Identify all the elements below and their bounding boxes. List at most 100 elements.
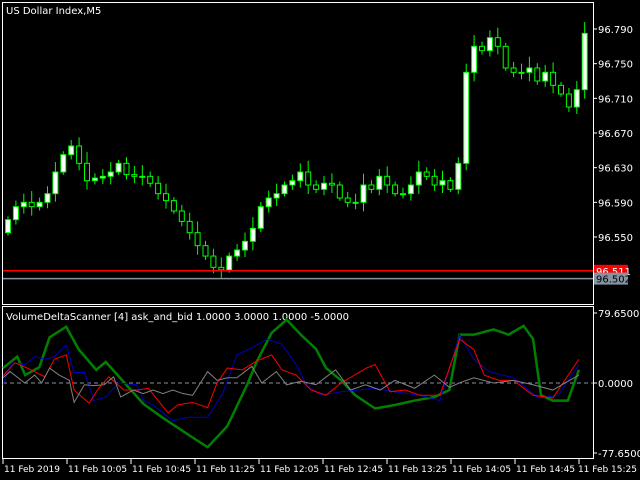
candle-body [76,145,83,164]
time-axis: 11 Feb 2019 11 Feb 10:05 11 Feb 10:45 11 Fe… [2,458,637,475]
candle-body [249,227,256,242]
price-label: 96.670 [598,129,633,140]
candle-body [107,171,114,177]
price-label: 96.790 [598,25,633,36]
time-label: 11 Feb 10:45 [132,465,191,475]
time-label: 11 Feb 15:25 [578,465,637,475]
candle-body [242,240,248,251]
candle-body [131,174,138,177]
candle-body [44,193,51,203]
candle-body [534,67,541,82]
trading-chart[interactable]: US Dollar Index,M5 VolumeDeltaScanner [4… [0,0,640,480]
candle-body [297,171,304,182]
time-label: 11 Feb 12:45 [324,465,383,475]
price-label: 96.590 [598,198,633,209]
chart-title: US Dollar Index,M5 [6,6,101,17]
candle-body [518,71,525,74]
price-label: 96.710 [598,94,633,105]
candle-body [565,93,572,108]
candle-body [147,175,154,184]
candle-body [368,184,375,190]
candle-body [423,171,430,177]
candle-body [186,220,193,234]
candle-body [155,182,162,195]
candle-body [510,67,517,73]
candle-body [99,175,106,179]
candle-body [115,162,122,173]
indicator-label: 0.0000 [598,379,633,390]
candle-body [28,201,35,208]
candle-body [52,171,59,195]
candle-body [328,182,335,186]
candle-body [463,71,470,164]
time-label: 11 Feb 2019 [4,465,60,475]
candle-body [194,232,201,247]
price-axis: 96.790 96.750 96.710 96.670 96.630 96.590 96.5… [3,25,633,286]
candle-body [281,184,288,195]
candle-body [376,175,383,190]
candle-body [218,266,225,271]
candle-body [392,184,399,195]
time-label: 11 Feb 11:25 [196,465,255,475]
candle-body [234,249,241,257]
candle-body [170,200,177,212]
candle-body [581,32,588,91]
candle-body [273,193,280,199]
candle-body [542,71,549,82]
candle-body [60,154,67,173]
candle-body [321,182,327,190]
candle-body [455,162,462,190]
candle-body [447,180,454,190]
candle-body [384,175,391,186]
candle-body [486,37,493,52]
candle-body [226,255,233,271]
candle-body [352,201,359,204]
candle-body [471,45,478,73]
candle-body [257,206,264,229]
candle-body [210,255,217,268]
candle-body [502,45,509,69]
candle-body [12,206,19,221]
time-label: 11 Feb 13:25 [388,465,447,475]
indicator-axis: 79.6500 0.0000 -77.6500 [593,309,640,460]
candle-body [415,171,422,186]
time-label: 11 Feb 14:05 [452,465,511,475]
candle-body [558,84,564,95]
time-label: 11 Feb 10:05 [68,465,127,475]
candle-body [400,193,406,196]
candle-body [5,219,11,234]
candle-body [265,197,272,208]
candle-body [91,177,98,182]
candle-body [573,89,580,108]
candle-body [494,37,501,47]
candles [5,22,588,278]
series-red [2,338,580,414]
candle-body [20,201,27,208]
price-label: 96.750 [598,60,633,71]
price-label: 96.630 [598,164,633,175]
candle-body [36,201,43,208]
candle-body [344,197,351,203]
candle-body [439,180,446,186]
candle-body [305,171,312,186]
indicator-label: -77.6500 [598,449,640,460]
series-gray [2,365,580,404]
time-label: 11 Feb 12:05 [260,465,319,475]
indicator-lines [2,317,593,449]
candle-body [84,162,90,182]
candle-body [178,210,185,222]
candle-body [123,162,130,176]
indicator-label: 79.6500 [598,309,639,320]
time-label: 11 Feb 14:45 [516,465,575,475]
candle-body [407,184,414,195]
candle-body [360,184,367,203]
candle-body [479,45,485,52]
candle-body [289,180,296,186]
candle-body [550,71,557,86]
candle-body [526,67,533,73]
candle-body [431,175,438,186]
candle-body [139,175,146,178]
candle-body [336,184,343,199]
candle-body [313,184,320,190]
candle-body [68,145,75,156]
